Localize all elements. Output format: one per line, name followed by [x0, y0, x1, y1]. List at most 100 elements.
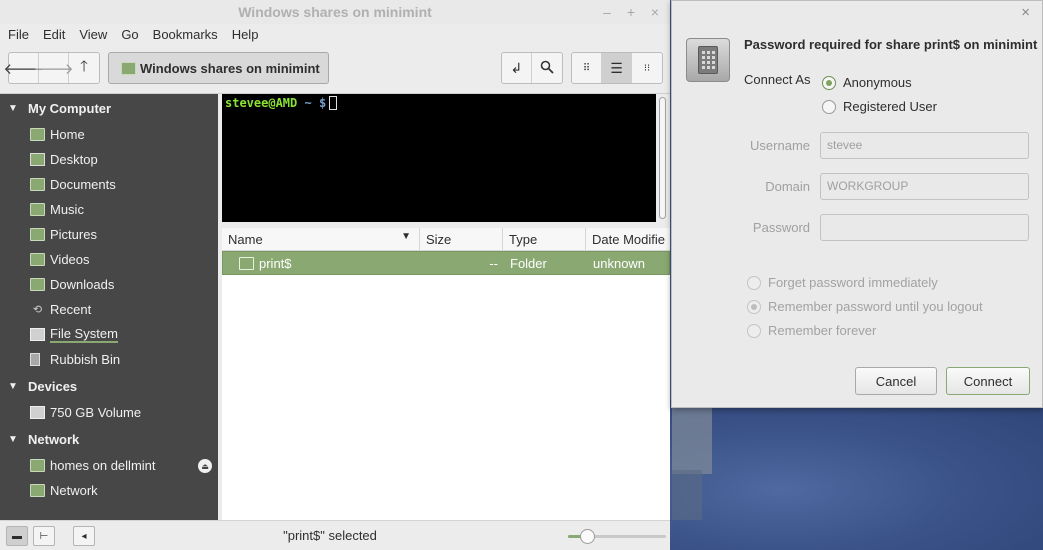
- radio-indicator: [822, 75, 836, 90]
- desktop-background: [670, 400, 1043, 550]
- network-folder-icon: [239, 256, 254, 270]
- desktop-icon: [30, 153, 45, 166]
- forward-button[interactable]: 🡒: [33, 53, 74, 83]
- videos-folder-icon: [30, 253, 45, 266]
- domain-field[interactable]: WORKGROUP: [820, 173, 1029, 200]
- downloads-folder-icon: [30, 278, 45, 291]
- search-button[interactable]: [532, 53, 562, 83]
- connect-as-label: Connect As: [744, 72, 811, 87]
- location-tools: ↲: [501, 52, 563, 84]
- column-size[interactable]: Size: [420, 228, 503, 250]
- radio-remember-until-logout[interactable]: Remember password until you logout: [747, 299, 983, 314]
- up-button[interactable]: 🡑: [69, 53, 99, 83]
- password-dialog: × Password required for share print$ on …: [671, 0, 1043, 408]
- title-bar[interactable]: Windows shares on minimint – + ×: [0, 0, 670, 24]
- terminal-prompt: $: [318, 96, 327, 110]
- pictures-folder-icon: [30, 228, 45, 241]
- network-folder-icon: [121, 61, 136, 75]
- file-list: Name ▼ Size Type Date Modifie print$ -- F…: [222, 228, 670, 520]
- sidebar-section-my-computer[interactable]: ▼ My Computer: [0, 94, 218, 122]
- radio-registered-user[interactable]: Registered User: [822, 99, 937, 114]
- drive-icon: [30, 328, 45, 341]
- radio-forget-password[interactable]: Forget password immediately: [747, 275, 938, 290]
- home-folder-icon: [30, 128, 45, 141]
- sidebar-item-750gb-volume[interactable]: 750 GB Volume: [0, 400, 218, 425]
- username-field[interactable]: stevee: [820, 132, 1029, 159]
- eject-icon[interactable]: ⏏: [198, 459, 212, 473]
- grid-icon: ⠿: [582, 62, 591, 74]
- location-label: Windows shares on minimint: [140, 60, 320, 76]
- terminal-path: ~: [304, 96, 312, 110]
- sidebar-item-documents[interactable]: Documents: [0, 172, 218, 197]
- compact-view-button[interactable]: ⁝⁝: [632, 53, 662, 83]
- sidebar-item-desktop[interactable]: Desktop: [0, 147, 218, 172]
- expander-icon: ▼: [8, 381, 18, 392]
- arrow-up-icon: 🡑: [80, 57, 88, 75]
- dialog-title: Password required for share print$ on mi…: [744, 37, 1038, 52]
- sidebar-item-recent[interactable]: ⟲ Recent: [0, 297, 218, 322]
- maximize-button[interactable]: +: [624, 4, 638, 20]
- sidebar-item-videos[interactable]: Videos: [0, 247, 218, 272]
- menu-file[interactable]: File: [4, 24, 33, 46]
- radio-remember-forever[interactable]: Remember forever: [747, 323, 876, 338]
- password-field[interactable]: [820, 214, 1029, 241]
- column-type[interactable]: Type: [503, 228, 586, 250]
- radio-indicator: [747, 275, 761, 290]
- desktop-wallpaper-detail: [672, 404, 712, 474]
- list-view-button[interactable]: ☰: [602, 53, 632, 83]
- sidebar: ▼ My Computer Home Desktop Documents Mus…: [0, 94, 218, 520]
- view-switcher: ⠿ ☰ ⁝⁝: [571, 52, 663, 84]
- row-size-cell: --: [489, 256, 498, 271]
- menu-edit[interactable]: Edit: [39, 24, 69, 46]
- sidebar-item-network[interactable]: Network: [0, 478, 218, 503]
- sidebar-section-devices[interactable]: ▼ Devices: [0, 372, 218, 400]
- column-name[interactable]: Name ▼: [222, 228, 420, 250]
- sidebar-item-music[interactable]: Music: [0, 197, 218, 222]
- radio-anonymous[interactable]: Anonymous: [822, 75, 912, 90]
- table-row[interactable]: print$ -- Folder unknown: [222, 251, 670, 275]
- column-date-modified[interactable]: Date Modifie: [586, 228, 670, 250]
- status-bar: ▬ ⊢ ◂ "print$" selected: [0, 520, 670, 550]
- search-icon: [540, 60, 554, 77]
- expander-icon: ▼: [8, 103, 18, 114]
- sidebar-item-homes-on-dellmint[interactable]: homes on dellmint ⏏: [0, 453, 218, 478]
- sidebar-item-rubbish-bin[interactable]: Rubbish Bin: [0, 347, 218, 372]
- sidebar-item-home[interactable]: Home: [0, 122, 218, 147]
- menu-go[interactable]: Go: [117, 24, 142, 46]
- terminal-scrollbar[interactable]: [656, 94, 670, 222]
- row-name-cell: print$: [223, 252, 421, 274]
- scrollbar-thumb[interactable]: [659, 97, 666, 219]
- file-manager-window: Windows shares on minimint – + × File Ed…: [0, 0, 670, 550]
- navigation-buttons: 🡐 🡒 🡑: [3, 52, 100, 84]
- icon-view-button[interactable]: ⠿: [572, 53, 602, 83]
- minimize-button[interactable]: –: [600, 4, 614, 20]
- cancel-button[interactable]: Cancel: [855, 367, 937, 395]
- row-type-cell: Folder: [510, 256, 547, 271]
- location-button[interactable]: Windows shares on minimint: [108, 52, 329, 84]
- sidebar-item-file-system[interactable]: File System: [0, 322, 218, 347]
- menu-view[interactable]: View: [75, 24, 111, 46]
- password-label: Password: [752, 220, 810, 235]
- sidebar-item-pictures[interactable]: Pictures: [0, 222, 218, 247]
- connect-button[interactable]: Connect: [946, 367, 1030, 395]
- domain-label: Domain: [765, 179, 810, 194]
- desktop-wallpaper-detail: [672, 470, 702, 520]
- zoom-slider-handle[interactable]: [580, 529, 596, 544]
- menu-help[interactable]: Help: [228, 24, 263, 46]
- toggle-location-button[interactable]: ↲: [502, 53, 532, 83]
- expander-icon: ▼: [8, 434, 18, 445]
- sidebar-item-downloads[interactable]: Downloads: [0, 272, 218, 297]
- close-button[interactable]: ×: [648, 4, 662, 20]
- radio-indicator: [747, 323, 761, 338]
- compact-list-icon: ⁝⁝: [643, 62, 651, 74]
- status-text: "print$" selected: [283, 528, 377, 543]
- menu-bookmarks[interactable]: Bookmarks: [149, 24, 222, 46]
- terminal-user: stevee@AMD: [225, 96, 298, 110]
- dialog-close-button[interactable]: ×: [1021, 4, 1030, 21]
- music-folder-icon: [30, 203, 45, 216]
- toggle-location-icon: ↲: [510, 59, 523, 76]
- zoom-slider[interactable]: [568, 529, 666, 544]
- embedded-terminal[interactable]: stevee@AMD ~ $: [222, 94, 656, 222]
- terminal-cursor: [329, 96, 338, 110]
- sidebar-section-network[interactable]: ▼ Network: [0, 425, 218, 453]
